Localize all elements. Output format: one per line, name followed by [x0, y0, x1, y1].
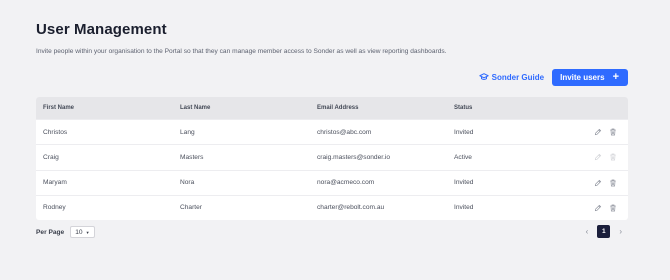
cell-email: craig.masters@sonder.io: [317, 153, 391, 161]
per-page-label: Per Page: [36, 228, 65, 236]
trash-icon[interactable]: [609, 153, 617, 161]
column-header-email: Email Address: [317, 105, 359, 111]
edit-pencil-icon[interactable]: [594, 179, 602, 187]
pagination: ‹ 1 ›: [586, 225, 622, 238]
invite-users-button[interactable]: Invite users +: [552, 69, 628, 86]
cell-status: Active: [454, 153, 472, 161]
cell-status: Invited: [454, 204, 474, 212]
column-header-first-name: First Name: [43, 105, 75, 111]
cell-email: charter@rebolt.com.au: [317, 204, 385, 212]
cell-email: christos@abc.com: [317, 128, 372, 136]
row-actions: [594, 153, 617, 161]
edit-pencil-icon[interactable]: [594, 204, 602, 212]
chevron-down-icon: ▼: [85, 229, 90, 235]
cell-status: Invited: [454, 128, 474, 136]
chevron-left-icon[interactable]: ‹: [586, 227, 589, 236]
table-row: Craig Masters craig.masters@sonder.io Ac…: [36, 144, 628, 169]
graduation-cap-icon: [478, 72, 489, 84]
row-actions: [594, 179, 617, 187]
cell-status: Invited: [454, 179, 474, 187]
plus-icon: +: [612, 71, 619, 83]
per-page-select[interactable]: 10 ▼: [70, 226, 95, 238]
sonder-guide-link[interactable]: Sonder Guide: [478, 72, 545, 84]
header-actions: Sonder Guide Invite users +: [478, 69, 628, 86]
cell-last-name: Charter: [180, 204, 202, 212]
column-header-last-name: Last Name: [180, 105, 211, 111]
trash-icon[interactable]: [609, 204, 617, 212]
cell-first-name: Rodney: [43, 204, 66, 212]
cell-first-name: Craig: [43, 153, 59, 161]
per-page-value: 10: [75, 228, 83, 236]
chevron-right-icon[interactable]: ›: [619, 227, 622, 236]
edit-pencil-icon[interactable]: [594, 128, 602, 136]
cell-last-name: Nora: [180, 179, 195, 187]
trash-icon[interactable]: [609, 179, 617, 187]
table-row: Rodney Charter charter@rebolt.com.au Inv…: [36, 194, 628, 220]
table-row: Maryam Nora nora@acmeco.com Invited: [36, 169, 628, 195]
cell-first-name: Christos: [43, 128, 68, 136]
page-title: User Management: [36, 21, 167, 38]
cell-first-name: Maryam: [43, 179, 67, 187]
users-table: First Name Last Name Email Address Statu…: [36, 97, 628, 220]
table-header: First Name Last Name Email Address Statu…: [36, 97, 628, 119]
page-button-current[interactable]: 1: [597, 225, 611, 238]
per-page-control: Per Page 10 ▼: [36, 226, 95, 238]
sonder-guide-label: Sonder Guide: [491, 73, 545, 82]
table-row: Christos Lang christos@abc.com Invited: [36, 119, 628, 144]
row-actions: [594, 204, 617, 212]
page-description: Invite people within your organisation t…: [36, 48, 447, 55]
column-header-status: Status: [454, 105, 473, 111]
row-actions: [594, 128, 617, 136]
cell-last-name: Masters: [180, 153, 204, 161]
invite-users-label: Invite users: [560, 73, 605, 82]
trash-icon[interactable]: [609, 128, 617, 136]
cell-email: nora@acmeco.com: [317, 179, 375, 187]
edit-pencil-icon[interactable]: [594, 153, 602, 161]
cell-last-name: Lang: [180, 128, 195, 136]
